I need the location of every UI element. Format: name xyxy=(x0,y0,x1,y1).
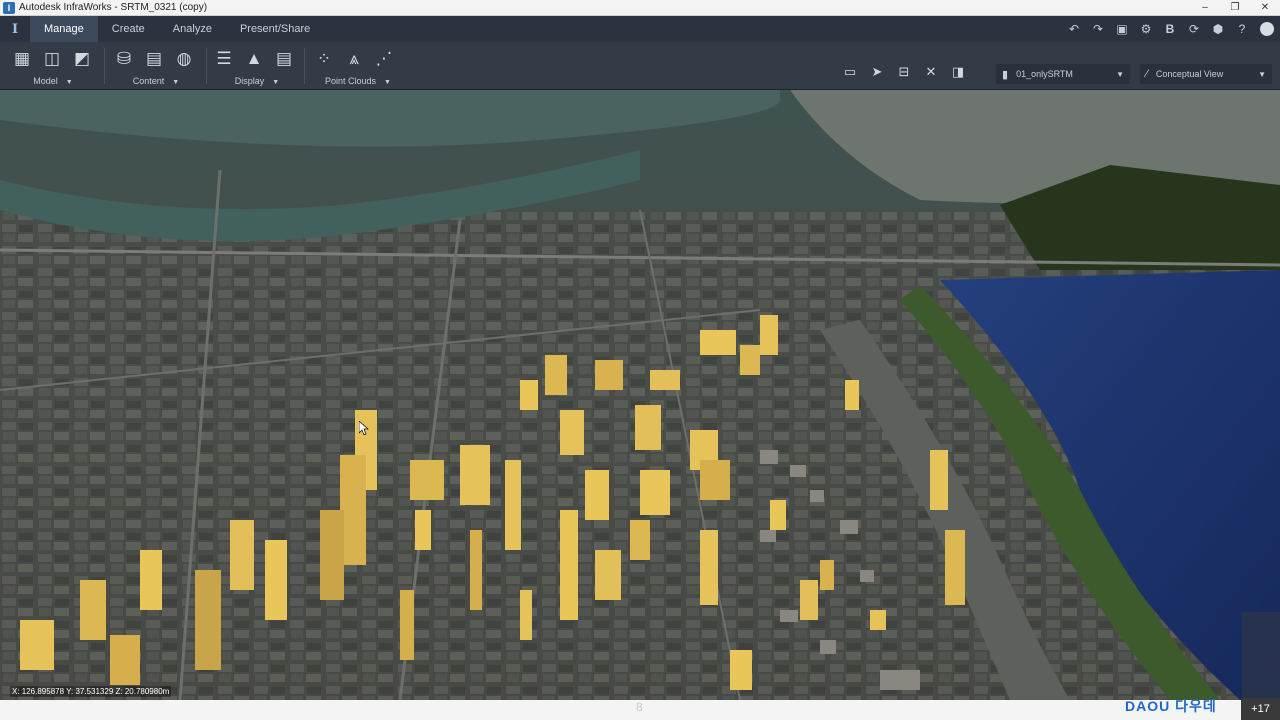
undo-icon[interactable]: ↶ xyxy=(1064,19,1084,39)
ribbon-group-model-label[interactable]: Model ▼ xyxy=(10,76,96,86)
view-style-dropdown[interactable]: ⁄ Conceptual View ▼ xyxy=(1140,64,1272,84)
model-sheet-icon[interactable]: ◩ xyxy=(70,47,94,71)
tab-create[interactable]: Create xyxy=(98,16,159,42)
proposal-icon: ▮ xyxy=(1002,68,1009,81)
ribbon-divider xyxy=(104,48,105,84)
point-cloud-icon[interactable]: ⁘ xyxy=(312,47,336,71)
chevron-down-icon: ▼ xyxy=(384,79,391,86)
window-controls: – ❐ ✕ xyxy=(1190,2,1280,13)
user-avatar[interactable] xyxy=(1260,22,1274,36)
ribbon-group-content-label[interactable]: Content ▼ xyxy=(112,76,200,86)
redo-icon[interactable]: ↷ xyxy=(1088,19,1108,39)
ribbon-group-model: ▦ ◫ ◩ Model ▼ xyxy=(10,46,96,88)
view-style-dropdown-value: Conceptual View xyxy=(1155,69,1224,79)
building-list-icon[interactable]: ▤ xyxy=(142,47,166,71)
window-title: Autodesk InfraWorks - SRTM_0321 (copy) xyxy=(19,2,208,13)
ribbon-divider xyxy=(304,48,305,84)
window-titlebar: I Autodesk InfraWorks - SRTM_0321 (copy)… xyxy=(0,0,1280,16)
side-panel-handle[interactable] xyxy=(1242,612,1280,700)
menu-bar: I Manage Create Analyze Present/Share ↶ … xyxy=(0,16,1280,42)
close-button[interactable]: ✕ xyxy=(1250,2,1280,13)
bottom-bar: 8 xyxy=(0,700,1280,720)
chevron-down-icon: ▼ xyxy=(172,79,180,86)
3d-model-viewport[interactable] xyxy=(0,90,1280,700)
cube-icon[interactable]: ⬢ xyxy=(1208,19,1228,39)
section-icon[interactable]: ◨ xyxy=(948,62,968,82)
city-scene xyxy=(0,90,1280,700)
layers-icon[interactable]: ☰ xyxy=(212,47,236,71)
chevron-down-icon: ▼ xyxy=(1258,69,1266,79)
ribbon-group-point-clouds-label[interactable]: Point Clouds ▼ xyxy=(312,76,404,86)
ribbon-group-display-label[interactable]: Display ▼ xyxy=(212,76,302,86)
chevron-down-icon: ▼ xyxy=(272,79,280,86)
tab-manage[interactable]: Manage xyxy=(30,16,98,42)
point-terrain-icon[interactable]: ⩓ xyxy=(342,47,366,71)
sync-icon[interactable]: ⟳ xyxy=(1184,19,1204,39)
page-number: 8 xyxy=(636,700,643,714)
tab-present-share[interactable]: Present/Share xyxy=(226,16,324,42)
menubar-right-tools: ↶ ↷ ▣ ⚙ B ⟳ ⬢ ? xyxy=(1064,19,1280,39)
daou-watermark-logo: DAOU 다우데 xyxy=(1125,698,1217,714)
explode-icon[interactable]: ✕ xyxy=(921,62,941,82)
infraworks-app-icon: I xyxy=(3,1,15,14)
ribbon-group-display: ☰ ▲ ▤ Display ▼ xyxy=(212,46,302,88)
ribbon-group-point-clouds: ⁘ ⩓ ⋰ Point Clouds ▼ xyxy=(312,46,404,88)
coordinate-readout: X: 126.895878 Y: 37.531329 Z: 20.780980m xyxy=(10,686,172,697)
proposal-dropdown[interactable]: ▮ 01_onlySRTM ▼ xyxy=(996,64,1130,84)
view-style-icon: ⁄ xyxy=(1146,68,1148,80)
model-table-icon[interactable]: ▦ xyxy=(10,47,34,71)
capture-icon[interactable]: ▣ xyxy=(1112,19,1132,39)
minimize-button[interactable]: – xyxy=(1190,2,1220,13)
chevron-down-icon: ▼ xyxy=(65,79,73,86)
view-tools: ▭ ➤ ⊟ ✕ ◨ xyxy=(840,62,968,82)
help-icon[interactable]: ? xyxy=(1232,19,1252,39)
terrain-icon[interactable]: ▲ xyxy=(242,47,266,71)
list-icon[interactable]: ▤ xyxy=(272,47,296,71)
settings-icon[interactable]: ⚙ xyxy=(1136,19,1156,39)
proposal-dropdown-value: 01_onlySRTM xyxy=(1016,69,1073,79)
tab-analyze[interactable]: Analyze xyxy=(159,16,226,42)
mouse-cursor-icon xyxy=(359,421,369,435)
bim-icon[interactable]: B xyxy=(1160,19,1180,39)
ribbon-group-content: ⛁ ▤ ◍ Content ▼ xyxy=(112,46,200,88)
point-filter-icon[interactable]: ⋰ xyxy=(372,47,396,71)
measure-icon[interactable]: ⊟ xyxy=(894,62,914,82)
ribbon-divider xyxy=(206,48,207,84)
chevron-down-icon: ▼ xyxy=(1116,69,1124,79)
model-layout-icon[interactable]: ◫ xyxy=(40,47,64,71)
database-icon[interactable]: ⛁ xyxy=(112,47,136,71)
globe-icon[interactable]: ◍ xyxy=(172,47,196,71)
infraworks-logo-icon[interactable]: I xyxy=(0,16,30,42)
select-icon[interactable]: ➤ xyxy=(867,62,887,82)
maximize-button[interactable]: ❐ xyxy=(1220,2,1250,13)
overlay-count-badge[interactable]: +17 xyxy=(1241,698,1280,720)
presentation-icon[interactable]: ▭ xyxy=(840,62,860,82)
